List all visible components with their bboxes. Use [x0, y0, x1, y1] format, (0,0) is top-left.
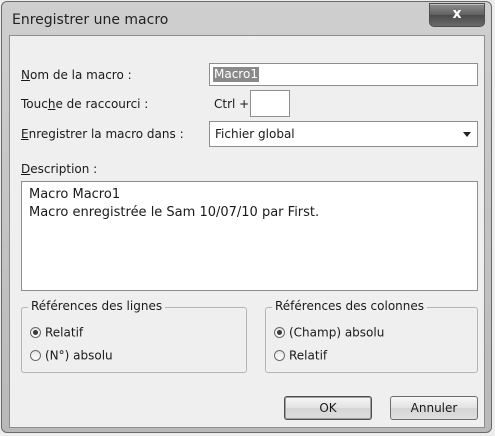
store-in-label: Enregistrer la macro dans : — [21, 127, 184, 141]
store-in-selected: Fichier global — [215, 127, 295, 141]
shortcut-label-start: Touc — [21, 97, 48, 111]
row-ref-relative-label: Relatif — [45, 325, 84, 340]
radio-unchecked-icon[interactable] — [30, 350, 41, 361]
shortcut-key-input[interactable] — [250, 90, 290, 117]
radio-checked-icon[interactable] — [274, 327, 285, 338]
cancel-button[interactable]: Annuler — [390, 396, 478, 420]
column-references-legend: Références des colonnes — [272, 299, 428, 313]
radio-checked-icon[interactable] — [30, 327, 41, 338]
description-textarea[interactable]: Macro Macro1 Macro enregistrée le Sam 10… — [21, 181, 478, 291]
macro-name-label: Nom de la macro : — [21, 68, 132, 82]
shortcut-label: Touche de raccourci : — [21, 97, 148, 111]
description-label-rest: escription : — [30, 162, 98, 176]
macro-name-label-mnemonic: N — [21, 68, 30, 82]
row-ref-relative-option[interactable]: Relatif — [30, 325, 83, 340]
shortcut-label-rest: e de raccourci : — [55, 97, 149, 111]
chevron-down-icon[interactable] — [463, 132, 471, 137]
row-references-legend: Références des lignes — [28, 299, 166, 313]
ok-button[interactable]: OK — [284, 396, 372, 420]
shortcut-prefix: Ctrl + — [214, 97, 250, 111]
row-ref-absolute-option[interactable]: (N°) absolu — [30, 348, 113, 363]
description-line: Macro enregistrée le Sam 10/07/10 par Fi… — [29, 205, 320, 220]
close-icon: x — [452, 6, 462, 22]
close-button[interactable]: x — [429, 3, 485, 27]
description-label-mnemonic: D — [21, 162, 31, 176]
col-ref-relative-option[interactable]: Relatif — [274, 348, 327, 363]
col-ref-absolute-label: (Champ) absolu — [289, 325, 385, 340]
col-ref-absolute-option[interactable]: (Champ) absolu — [274, 325, 384, 340]
dialog-content: Nom de la macro : Macro1 Touche de racco… — [9, 35, 485, 428]
macro-name-value: Macro1 — [213, 67, 259, 82]
column-references-group: Références des colonnes (Champ) absolu R… — [265, 299, 478, 373]
macro-name-input[interactable]: Macro1 — [209, 63, 478, 86]
title-bar[interactable]: Enregistrer une macro x — [2, 2, 491, 36]
row-ref-absolute-label: (N°) absolu — [45, 348, 113, 363]
radio-unchecked-icon[interactable] — [274, 350, 285, 361]
store-in-label-mnemonic: E — [21, 127, 29, 141]
record-macro-dialog: Enregistrer une macro x Nom de la macro … — [1, 1, 492, 433]
col-ref-relative-label: Relatif — [289, 348, 328, 363]
description-label: Description : — [21, 162, 97, 176]
store-in-label-rest: nregistrer la macro dans : — [28, 127, 184, 141]
row-references-group: Références des lignes Relatif (N°) absol… — [21, 299, 247, 373]
macro-name-label-rest: om de la macro : — [29, 68, 132, 82]
dialog-title: Enregistrer une macro — [12, 12, 169, 28]
description-line: Macro Macro1 — [29, 187, 121, 202]
store-in-select[interactable]: Fichier global — [209, 121, 478, 147]
